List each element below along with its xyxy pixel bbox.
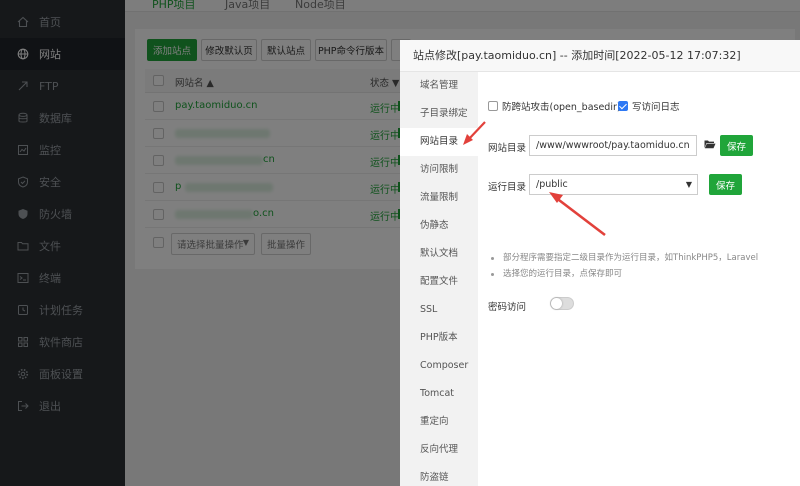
menu-subdirectory-binding[interactable]: 子目录绑定: [400, 100, 478, 128]
site-dir-input[interactable]: /www/wwwroot/pay.taomiduo.cn: [529, 135, 697, 156]
tip-item: 选择您的运行目录，点保存即可: [489, 266, 758, 282]
menu-tomcat[interactable]: Tomcat: [400, 380, 478, 408]
modal-side-menu: 域名管理 子目录绑定 网站目录 访问限制 流量限制 伪静态 默认文档 配置文件 …: [400, 72, 478, 486]
menu-domain-management[interactable]: 域名管理: [400, 72, 478, 100]
menu-rewrite[interactable]: 伪静态: [400, 212, 478, 240]
chevron-down-icon: ▼: [685, 180, 692, 189]
site-directory-panel: 防跨站攻击(open_basedir) 写访问日志 网站目录 /www/wwwr…: [478, 72, 800, 486]
anti-xss-checkbox[interactable]: [488, 101, 498, 111]
menu-reverse-proxy[interactable]: 反向代理: [400, 436, 478, 464]
password-access-toggle[interactable]: [550, 297, 574, 310]
run-dir-value: /public: [536, 179, 568, 190]
password-access-label: 密码访问: [488, 302, 527, 313]
menu-hotlink-protection[interactable]: 防盗链: [400, 464, 478, 486]
menu-config-file[interactable]: 配置文件: [400, 268, 478, 296]
menu-ssl[interactable]: SSL: [400, 296, 478, 324]
tip-item: 部分程序需要指定二级目录作为运行目录，如ThinkPHP5，Laravel: [489, 250, 758, 266]
menu-access-restriction[interactable]: 访问限制: [400, 156, 478, 184]
site-dir-label: 网站目录: [488, 143, 527, 154]
write-log-checkbox[interactable]: [618, 101, 628, 111]
run-dir-save-button[interactable]: 保存: [709, 174, 742, 195]
site-dir-save-button[interactable]: 保存: [720, 135, 753, 156]
menu-composer[interactable]: Composer: [400, 352, 478, 380]
menu-default-document[interactable]: 默认文档: [400, 240, 478, 268]
anti-xss-label: 防跨站攻击(open_basedir): [502, 102, 621, 113]
menu-redirect[interactable]: 重定向: [400, 408, 478, 436]
run-dir-select[interactable]: /public ▼: [529, 174, 698, 195]
modal-title: 站点修改[pay.taomiduo.cn] -- 添加时间[2022-05-12…: [400, 40, 800, 72]
folder-open-icon[interactable]: [704, 138, 716, 150]
run-dir-label: 运行目录: [488, 182, 527, 193]
anti-xss-option[interactable]: 防跨站攻击(open_basedir): [488, 99, 621, 113]
site-edit-modal: 站点修改[pay.taomiduo.cn] -- 添加时间[2022-05-12…: [400, 40, 800, 486]
menu-traffic-limit[interactable]: 流量限制: [400, 184, 478, 212]
write-log-label: 写访问日志: [632, 102, 680, 113]
menu-php-version[interactable]: PHP版本: [400, 324, 478, 352]
help-tips: 部分程序需要指定二级目录作为运行目录，如ThinkPHP5，Laravel 选择…: [489, 250, 758, 282]
menu-site-directory[interactable]: 网站目录: [400, 128, 478, 156]
write-log-option[interactable]: 写访问日志: [618, 99, 680, 113]
